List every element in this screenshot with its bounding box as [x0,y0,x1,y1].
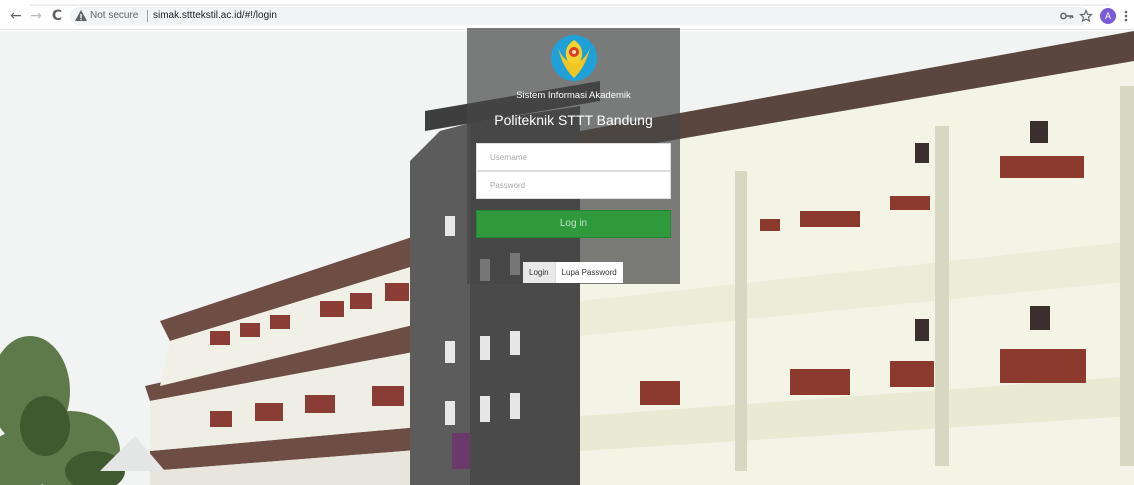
address-bar[interactable]: Not secure simak.stttekstil.ac.id/#!/log… [70,7,1090,25]
back-icon[interactable]: ← [9,9,23,23]
reload-icon[interactable]: C [50,9,64,23]
password-input[interactable] [477,172,670,198]
app-subtitle: Sistem Informasi Akademik [516,90,631,101]
login-tabs: Login Lupa Password [523,262,623,283]
browser-toolbar: ← → C Not secure simak.stttekstil.ac.id/… [0,0,1134,30]
tab-login[interactable]: Login [523,262,556,283]
institution-logo [551,35,597,81]
url-text[interactable]: simak.stttekstil.ac.id/#!/login [153,9,277,23]
kebab-menu-icon[interactable] [1122,8,1130,24]
app-title: Politeknik STTT Bandung [494,112,653,128]
key-icon[interactable] [1060,8,1074,24]
forward-icon[interactable]: → [29,9,43,23]
star-icon[interactable] [1079,8,1093,24]
tab-lupa-password[interactable]: Lupa Password [556,262,623,283]
omnibox-separator [147,10,148,22]
username-input[interactable] [477,144,670,170]
warning-icon [75,10,87,21]
tab-strip-edge [30,4,1110,6]
login-button[interactable]: Log in [476,210,671,238]
profile-avatar[interactable]: A [1100,8,1116,24]
password-field[interactable] [476,171,671,199]
tab-strip [0,0,1134,6]
username-field[interactable] [476,143,671,171]
security-label[interactable]: Not secure [90,9,138,23]
